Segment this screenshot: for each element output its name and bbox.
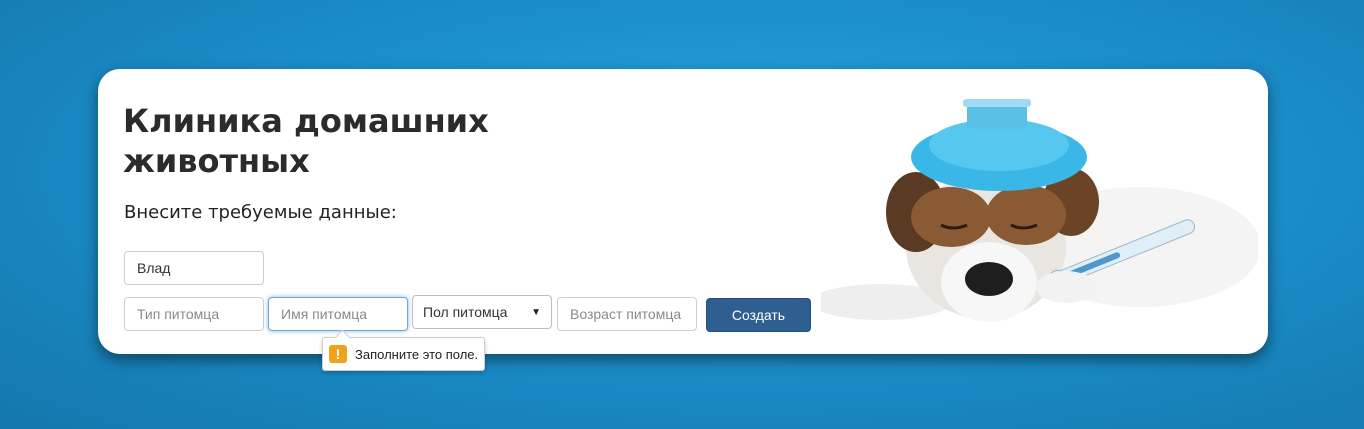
owner-name-input[interactable] <box>124 251 264 285</box>
pet-age-input[interactable] <box>557 297 697 331</box>
page-title: Клиника домашних животных <box>123 102 489 180</box>
chevron-down-icon: ▼ <box>531 306 541 318</box>
pet-sex-select[interactable]: Пол питомца ▼ <box>412 295 552 329</box>
form-instructions: Внесите требуемые данные: <box>124 202 397 223</box>
validation-message: Заполните это поле. <box>355 346 479 362</box>
pet-sex-selected: Пол питомца <box>423 304 508 320</box>
validation-tooltip: ! Заполните это поле. <box>322 337 486 371</box>
pet-type-input[interactable] <box>124 297 264 331</box>
sick-dog-image <box>821 97 1258 335</box>
create-button[interactable]: Создать <box>706 298 811 332</box>
pet-name-input[interactable] <box>268 297 408 331</box>
warning-icon: ! <box>329 345 347 363</box>
clinic-card: Клиника домашних животных Внесите требуе… <box>98 69 1268 354</box>
